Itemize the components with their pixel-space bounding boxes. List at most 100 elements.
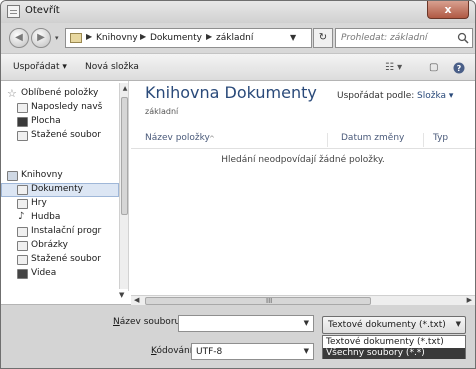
column-header-name[interactable]: Název položky [145,133,210,143]
filetype-option[interactable]: Textové dokumenty (*.txt) [323,337,465,348]
sidebar-item-label: Hry [31,198,47,208]
file-list-pane[interactable]: Knihovna Dokumenty základní Uspořádat po… [131,81,475,291]
column-header-date[interactable]: Datum změny [341,133,404,143]
installers-icon [17,227,28,237]
sidebar-item-label: Naposledy navš [31,102,103,112]
pictures-icon [17,241,28,251]
view-options-icon[interactable]: ☷ ▾ [385,62,402,73]
breadcrumb-separator-icon[interactable]: ▶ [140,32,146,41]
encoding-label-text: ódování: [156,346,196,356]
sidebar-header-label: Knihovny [21,170,63,180]
navigation-pane[interactable]: ☆ Oblíbené položky Naposledy navš Plocha… [1,81,129,291]
forward-button[interactable]: ▶ [31,28,51,48]
refresh-icon: ↻ [318,32,328,43]
sidebar-header-favorites[interactable]: ☆ Oblíbené položky [1,87,119,101]
sidebar-item-label: Instalační progr [31,226,102,236]
title-bar: Otevřít x [1,1,475,23]
column-divider[interactable] [423,133,424,147]
desktop-icon [17,117,28,127]
breadcrumb-separator-icon[interactable]: ▶ [206,32,212,41]
sidebar-item-music[interactable]: ♪ Hudba [1,211,119,225]
column-header-row: Název položky Datum změny Typ [131,131,475,149]
sidebar-item-installers[interactable]: Instalační progr [1,225,119,239]
accelerator-key: N [113,317,120,327]
sidebar-item-documents[interactable]: Dokumenty [1,183,119,197]
library-subtitle: základní [145,107,179,116]
breadcrumb-dokumenty[interactable]: Dokumenty [150,33,202,43]
downloads-icon [17,255,28,265]
folder-icon [70,33,82,43]
filename-label: Název souboru: [113,317,183,327]
sidebar-item-label: Plocha [31,116,61,126]
chevron-down-icon[interactable]: ▼ [304,347,309,355]
arrange-by-label: Uspořádat podle: [337,91,415,101]
sidebar-item-label: Stažené soubor [31,130,101,140]
sidebar-item-recent-places[interactable]: Naposledy navš [1,101,119,115]
sidebar-item-label: Stažené soubor [31,254,101,264]
horizontal-scroll-thumb[interactable]: III [145,297,371,305]
address-bar[interactable]: ▶ Knihovny ▶ Dokumenty ▶ základní ▼ [65,28,312,48]
documents-icon [17,185,28,195]
back-arrow-icon: ◀ [15,32,23,43]
horizontal-scrollbar[interactable]: ◀ III ▶ [131,295,475,305]
sidebar-scrollbar[interactable]: ▲ [119,83,128,289]
breadcrumb-separator-icon[interactable]: ▶ [86,32,92,41]
sidebar-header-libraries[interactable]: Knihovny [1,169,119,183]
sidebar-header-label: Oblíbené položky [21,88,99,98]
libraries-icon [7,171,18,181]
filename-input[interactable]: ▼ [178,315,314,332]
refresh-button[interactable]: ↻ [313,28,333,48]
downloads-icon [17,131,28,141]
sidebar-item-desktop[interactable]: Plocha [1,115,119,129]
sidebar-item-pictures[interactable]: Obrázky [1,239,119,253]
forward-arrow-icon: ▶ [37,32,45,43]
recent-locations-dropdown[interactable]: ▾ [55,34,63,42]
filename-label-text: ázev souboru: [119,317,184,327]
library-title: Knihovna Dokumenty [145,83,317,102]
videos-icon [17,269,28,279]
music-icon: ♪ [18,211,25,222]
address-dropdown-icon[interactable]: ▼ [290,33,296,42]
encoding-select[interactable]: UTF-8 ▼ [191,343,314,360]
scroll-down-icon[interactable]: ▼ [119,291,124,299]
sidebar-scroll-thumb[interactable] [121,97,128,215]
sidebar-item-label: Videa [31,268,57,278]
sidebar-item-downloads-library[interactable]: Stažené soubor [1,253,119,267]
scroll-grip-icon: III [266,297,273,305]
filetype-options-list: Textové dokumenty (*.txt) Všechny soubor… [322,335,466,359]
encoding-label: Kódování: [151,346,195,356]
search-placeholder: Prohledat: základní [341,33,428,43]
breadcrumb-zakladni[interactable]: základní [216,33,253,43]
chevron-down-icon[interactable]: ▼ [304,319,309,327]
back-button[interactable]: ◀ [9,28,29,48]
games-icon [17,199,28,209]
sidebar-item-videos[interactable]: Videa [1,267,119,281]
close-button[interactable]: x [427,1,469,19]
new-folder-button[interactable]: Nová složka [85,62,139,72]
sort-indicator-icon: ^ [209,135,215,143]
scroll-left-icon[interactable]: ◀ [134,296,139,304]
sidebar-item-downloads[interactable]: Stažené soubor [1,129,119,143]
sidebar-item-label: Dokumenty [31,184,83,194]
content-area: ☆ Oblíbené položky Naposledy navš Plocha… [1,81,475,305]
breadcrumb-knihovny[interactable]: Knihovny [96,33,138,43]
command-bar: Uspořádat ▾ Nová složka ☷ ▾ ▢ ? [1,53,475,81]
filetype-select[interactable]: Textové dokumenty (*.txt) ▼ [322,316,466,334]
navigation-bar: ◀ ▶ ▾ ▶ Knihovny ▶ Dokumenty ▶ základní … [1,23,475,53]
sidebar-item-games[interactable]: Hry [1,197,119,211]
scroll-up-icon[interactable]: ▲ [121,85,128,92]
scroll-right-icon[interactable]: ▶ [467,296,472,304]
dialog-footer: Název souboru: ▼ Textové dokumenty (*.tx… [1,305,475,368]
preview-pane-icon[interactable]: ▢ [429,62,438,73]
column-header-type[interactable]: Typ [433,133,448,143]
column-divider[interactable] [327,133,328,147]
arrange-by-dropdown[interactable]: Složka ▾ [417,91,453,101]
filetype-selected: Textové dokumenty (*.txt) [328,320,446,330]
organize-button[interactable]: Uspořádat ▾ [13,62,67,72]
search-input[interactable]: Prohledat: základní [335,28,473,48]
filetype-option-highlighted[interactable]: Všechny soubory (*.*) [323,348,465,359]
dialog-title: Otevřít [25,5,60,16]
sidebar-item-label: Hudba [31,212,61,222]
help-icon[interactable]: ? [453,62,465,74]
chevron-down-icon[interactable]: ▼ [456,320,461,328]
